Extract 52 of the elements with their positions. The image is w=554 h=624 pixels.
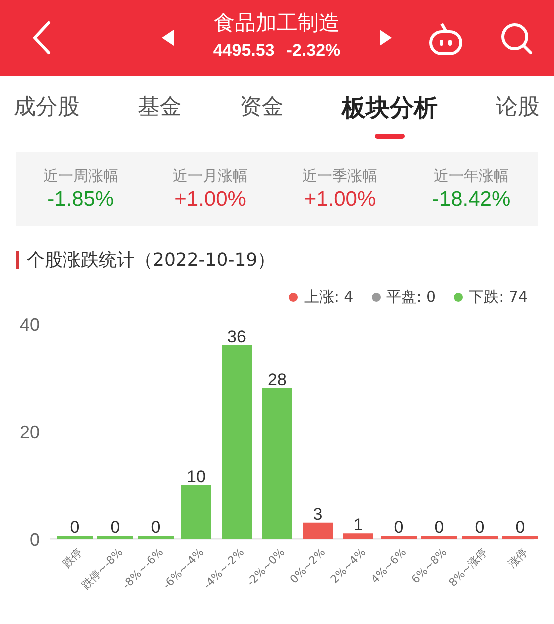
value-label: 0: [70, 518, 80, 537]
x-tick-label: 涨停: [506, 546, 531, 571]
bar: [422, 536, 458, 539]
stat-label: 近一周涨幅: [43, 166, 118, 186]
tab[interactable]: 成分股: [14, 79, 80, 139]
value-label: 0: [151, 518, 161, 537]
bar: [138, 536, 174, 539]
tab[interactable]: 论股: [496, 79, 540, 139]
tab[interactable]: 基金: [138, 79, 182, 139]
value-label: 0: [475, 518, 485, 537]
legend-label: 下跌: 74: [469, 288, 528, 307]
bar: [303, 522, 333, 539]
legend-label: 平盘: 0: [386, 288, 436, 307]
bar: [57, 536, 93, 539]
value-label: 1: [354, 516, 364, 535]
legend-label: 上涨: 4: [304, 288, 354, 307]
value-label: 28: [268, 370, 287, 390]
back-icon[interactable]: [32, 21, 52, 55]
y-tick-label: 20: [20, 422, 40, 442]
previous-icon[interactable]: [162, 30, 174, 46]
bar: [502, 536, 538, 539]
index-price: 4495.53: [213, 41, 275, 60]
index-change: -2.32%: [286, 41, 341, 60]
value-label: 3: [313, 504, 323, 524]
stat-label: 近一月涨幅: [173, 166, 248, 186]
bar: [98, 536, 134, 539]
value-label: 0: [434, 518, 444, 537]
value-label: 36: [228, 328, 246, 346]
tab[interactable]: 资金: [240, 79, 284, 139]
stat-value: +1.00%: [303, 188, 378, 212]
stat-value: -18.42%: [432, 188, 511, 212]
search-icon[interactable]: [500, 22, 534, 56]
y-tick-label: 40: [20, 315, 40, 335]
y-tick-label: 0: [30, 530, 40, 550]
sector-title: 食品加工制造: [213, 10, 341, 37]
value-label: 0: [110, 518, 120, 537]
stat-label: 近一年涨幅: [433, 166, 510, 186]
bar: [381, 536, 417, 539]
robot-icon[interactable]: [428, 22, 464, 56]
x-tick-label: 跌停: [60, 546, 86, 571]
stat-label: 近一季涨幅: [302, 166, 378, 186]
bar: [462, 536, 498, 539]
value-label: 0: [516, 518, 526, 537]
value-label: 10: [187, 467, 206, 486]
section-title: 个股涨跌统计（2022-10-19）: [27, 249, 276, 272]
value-label: 0: [394, 518, 404, 537]
next-icon[interactable]: [380, 30, 392, 46]
bar: [344, 534, 374, 539]
stat-value: +1.00%: [174, 188, 248, 212]
bar: [182, 485, 212, 539]
tab[interactable]: 板块分析: [342, 79, 438, 139]
stat-value: -1.85%: [46, 188, 116, 212]
